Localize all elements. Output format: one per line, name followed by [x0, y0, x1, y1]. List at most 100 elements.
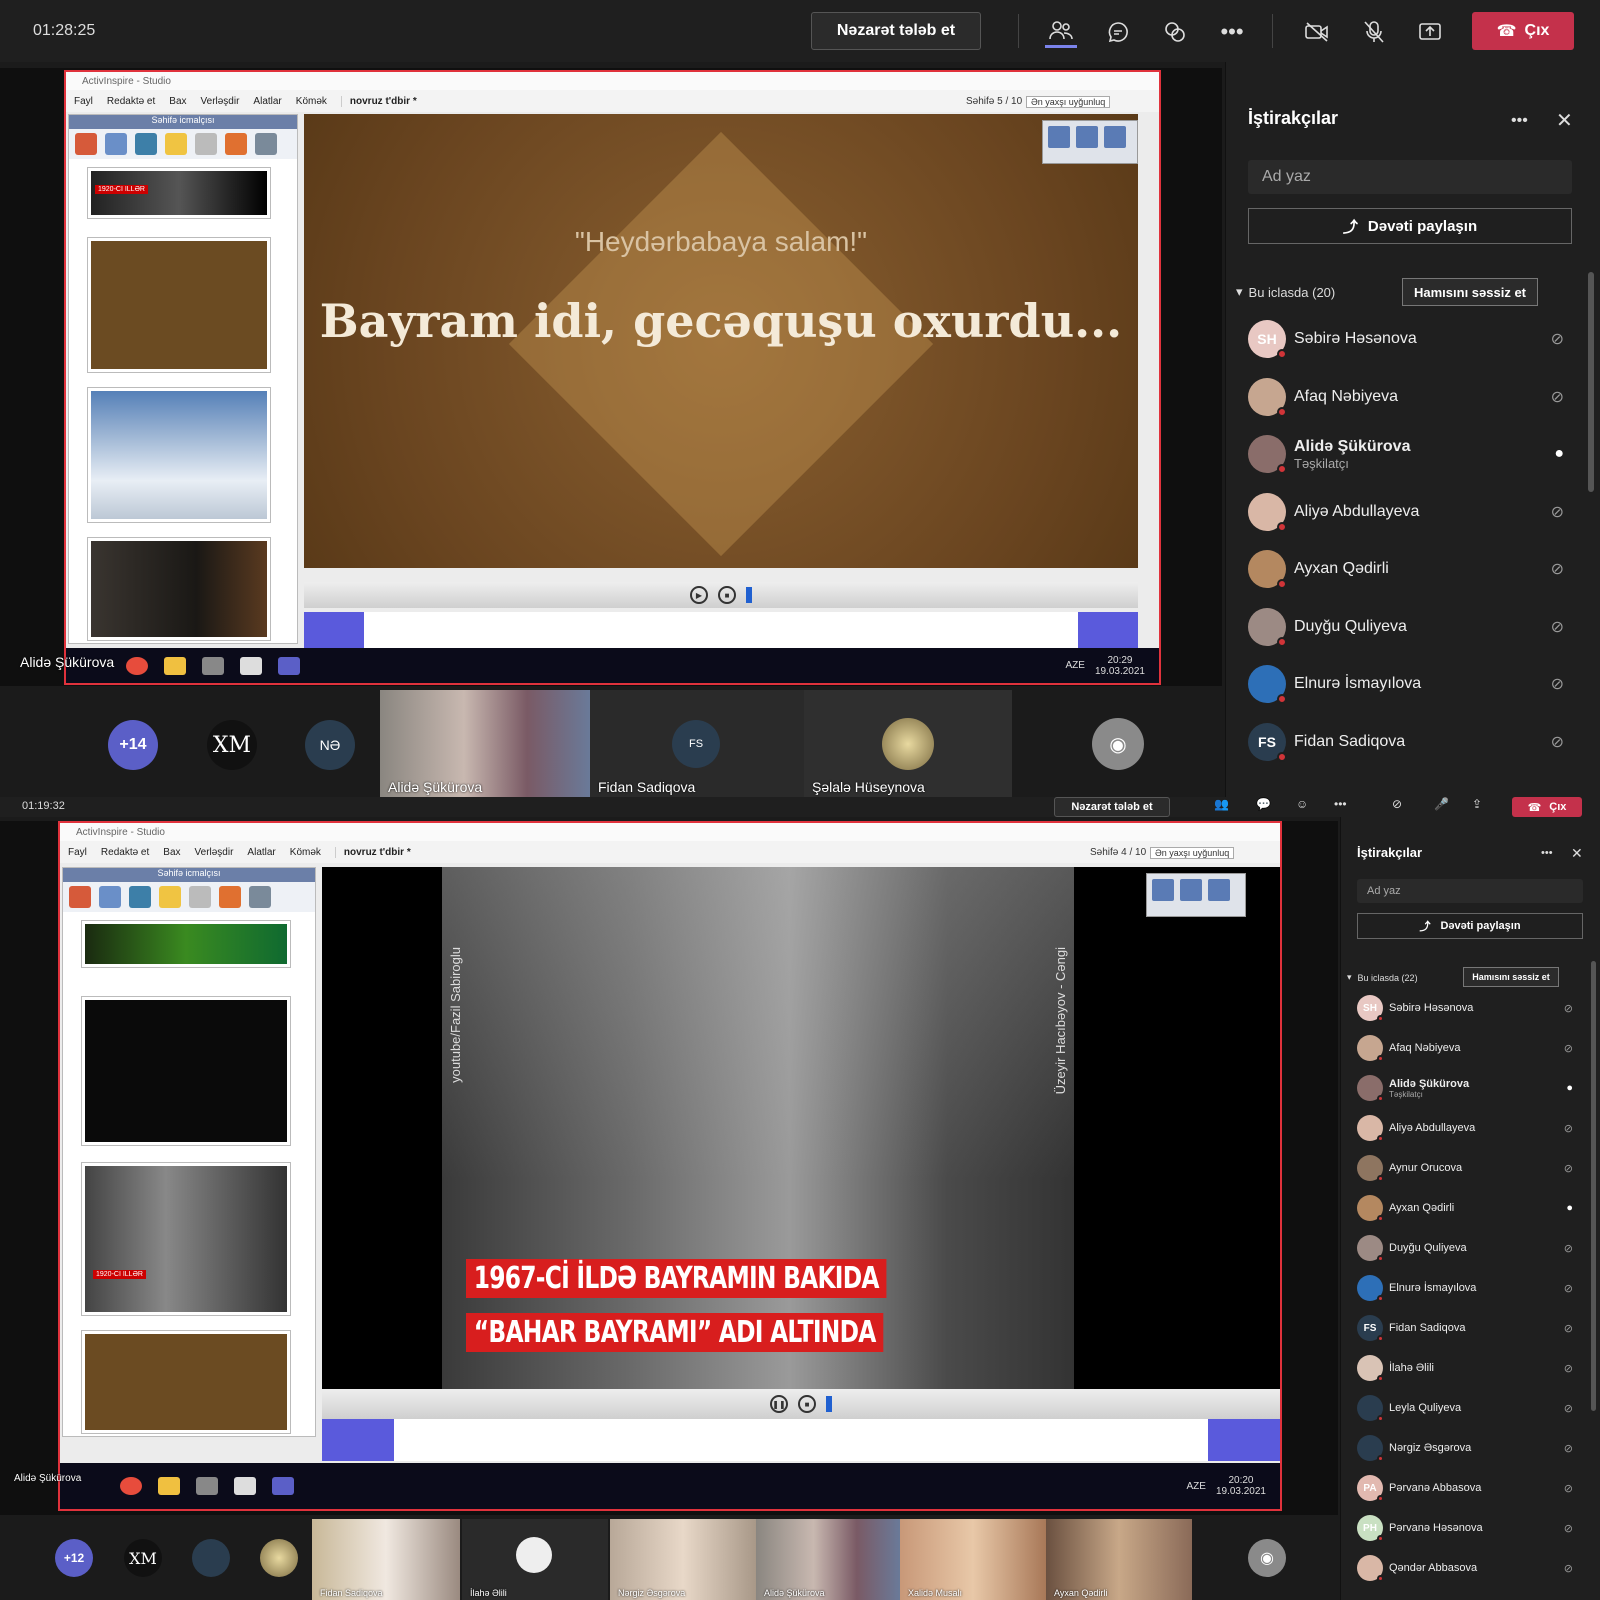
participant-row[interactable]: Alidə Şükürova Təşkilatçı ●: [1357, 1075, 1573, 1102]
tool-icon[interactable]: [195, 133, 217, 155]
app-icon[interactable]: [240, 656, 262, 675]
page-thumbnail[interactable]: [81, 920, 291, 968]
tool-icon[interactable]: [129, 886, 151, 908]
prev-page-icon[interactable]: [1180, 879, 1202, 901]
video-tile[interactable]: Şəlalə Hüseynova: [804, 690, 1012, 797]
panel-more-icon[interactable]: •••: [1511, 112, 1528, 130]
participant-row[interactable]: Duyğu Quliyeva ⊘: [1357, 1235, 1573, 1262]
menu-help[interactable]: Kömək: [296, 96, 327, 107]
tool-icon[interactable]: [75, 133, 97, 155]
close-icon[interactable]: ✕: [1556, 108, 1573, 133]
menu-tools[interactable]: Alatlar: [247, 847, 275, 858]
zoom-select[interactable]: Ən yaxşı uyğunluq: [1026, 96, 1111, 108]
mic-off-icon[interactable]: 🎤: [1434, 797, 1449, 811]
close-icon[interactable]: ✕: [1571, 845, 1583, 862]
mute-all-button[interactable]: Hamısını səssiz et: [1463, 967, 1559, 987]
camera-off-icon[interactable]: ⊘: [1392, 797, 1402, 811]
pause-icon[interactable]: ❚❚: [770, 1395, 788, 1413]
page-thumbnail[interactable]: [81, 996, 291, 1146]
menu-insert[interactable]: Verləşdir: [195, 847, 234, 858]
page-thumbnail[interactable]: 1920-CI ILLƏR: [81, 1162, 291, 1316]
mic-muted-icon[interactable]: ⊘: [1551, 502, 1564, 522]
menu-view[interactable]: Bax: [163, 847, 180, 858]
mute-all-button[interactable]: Hamısını səssiz et: [1402, 278, 1538, 306]
panel-scrollbar[interactable]: [1588, 272, 1594, 492]
participant-row[interactable]: Duyğu Quliyeva ⊘: [1248, 607, 1564, 647]
menu-help[interactable]: Kömək: [290, 847, 321, 858]
video-tile[interactable]: İlahə Əlili: [462, 1519, 608, 1600]
mic-muted-icon[interactable]: ⊘: [1564, 1042, 1573, 1055]
folder-icon[interactable]: [158, 1477, 180, 1495]
zoom-select[interactable]: Ən yaxşı uyğunluq: [1150, 847, 1235, 859]
video-tile[interactable]: Nərgiz Əsgərova: [610, 1519, 756, 1600]
video-tile[interactable]: Fidan Sadiqova: [312, 1519, 460, 1600]
mic-muted-icon[interactable]: ⊘: [1564, 1242, 1573, 1255]
page-thumbnail[interactable]: [87, 537, 271, 641]
menu-view[interactable]: Bax: [169, 96, 186, 107]
mic-on-icon[interactable]: ●: [1566, 1082, 1573, 1094]
video-tile[interactable]: Alidə Şükürova: [756, 1519, 900, 1600]
mic-muted-icon[interactable]: ⊘: [1551, 617, 1564, 637]
tool-icon[interactable]: [135, 133, 157, 155]
people-icon[interactable]: 👥: [1214, 797, 1229, 811]
browser-icon[interactable]: [120, 1477, 142, 1495]
share-screen-icon[interactable]: ⇪: [1472, 797, 1482, 811]
chat-icon[interactable]: [1102, 16, 1134, 48]
mic-muted-icon[interactable]: ⊘: [1564, 1442, 1573, 1455]
seek-handle[interactable]: [826, 1396, 832, 1412]
next-page-icon[interactable]: [1104, 126, 1126, 148]
video-tile[interactable]: Ayxan Qədirli: [1046, 1519, 1192, 1600]
menu-file[interactable]: Fayl: [74, 96, 93, 107]
overflow-count[interactable]: +12: [55, 1539, 93, 1577]
stop-icon[interactable]: ■: [718, 586, 736, 604]
participant-row[interactable]: FS Fidan Sadiqova ⊘: [1248, 722, 1564, 762]
page-thumbnail[interactable]: [87, 237, 271, 373]
section-header[interactable]: ▾ Bu iclasda (20): [1236, 284, 1335, 300]
mic-muted-icon[interactable]: ⊘: [1551, 329, 1564, 349]
participant-row[interactable]: Aynur Orucova ⊘: [1357, 1155, 1573, 1182]
people-icon[interactable]: [1045, 16, 1077, 48]
tool-icon[interactable]: [105, 133, 127, 155]
search-input[interactable]: Ad yaz: [1248, 160, 1572, 194]
stop-icon[interactable]: ■: [798, 1395, 816, 1413]
page-navigation-controls[interactable]: [1042, 120, 1138, 164]
participant-row[interactable]: İlahə Əlili ⊘: [1357, 1355, 1573, 1382]
participant-row[interactable]: Ayxan Qədirli ●: [1357, 1195, 1573, 1222]
folder-icon[interactable]: [164, 656, 186, 675]
video-tile[interactable]: FS Fidan Sadiqova: [590, 690, 804, 797]
leave-button[interactable]: ☎ Çıx: [1512, 797, 1582, 817]
mic-off-icon[interactable]: [1358, 16, 1390, 48]
app-icon[interactable]: [196, 1477, 218, 1495]
participant-row[interactable]: Afaq Nəbiyeva ⊘: [1248, 377, 1564, 417]
page-thumbnail[interactable]: [87, 387, 271, 523]
participant-row[interactable]: Ayxan Qədirli ⊘: [1248, 550, 1564, 589]
request-control-button[interactable]: Nəzarət tələb et: [811, 12, 981, 50]
participant-avatar[interactable]: NƏ: [305, 720, 355, 770]
self-avatar-icon[interactable]: ◉: [1092, 718, 1144, 770]
tool-icon[interactable]: [219, 886, 241, 908]
mic-muted-icon[interactable]: ⊘: [1551, 559, 1564, 579]
tool-icon[interactable]: [165, 133, 187, 155]
mic-muted-icon[interactable]: ⊘: [1564, 1362, 1573, 1375]
mic-muted-icon[interactable]: ⊘: [1564, 1282, 1573, 1295]
share-invite-button[interactable]: ⤴ Dəvəti paylaşın: [1248, 208, 1572, 244]
participant-row[interactable]: Elnurə İsmayılova ⊘: [1248, 665, 1564, 704]
page-thumbnail[interactable]: [81, 1330, 291, 1434]
tool-icon[interactable]: [249, 886, 271, 908]
participant-row[interactable]: Alidə Şükürova Təşkilatçı ●: [1248, 435, 1564, 474]
more-icon[interactable]: •••: [1334, 797, 1347, 811]
next-page-icon[interactable]: [1208, 879, 1230, 901]
menu-edit[interactable]: Redaktə et: [107, 96, 155, 107]
participant-row[interactable]: PA Pərvanə Abbasova ⊘: [1357, 1475, 1573, 1502]
page-navigation-controls[interactable]: [1146, 873, 1246, 917]
overflow-count[interactable]: +14: [108, 720, 158, 770]
participant-avatar[interactable]: [192, 1539, 230, 1577]
mic-muted-icon[interactable]: ⊘: [1564, 1322, 1573, 1335]
participant-row[interactable]: SH Səbirə Həsənova ⊘: [1357, 995, 1573, 1022]
mic-muted-icon[interactable]: ⊘: [1564, 1162, 1573, 1175]
document-tab[interactable]: novruz t'dbir *: [334, 846, 411, 858]
participant-row[interactable]: Nərgiz Əsgərova ⊘: [1357, 1435, 1573, 1462]
more-icon[interactable]: •••: [1216, 16, 1248, 48]
search-input[interactable]: Ad yaz: [1357, 879, 1583, 903]
mic-muted-icon[interactable]: ⊘: [1564, 1562, 1573, 1575]
